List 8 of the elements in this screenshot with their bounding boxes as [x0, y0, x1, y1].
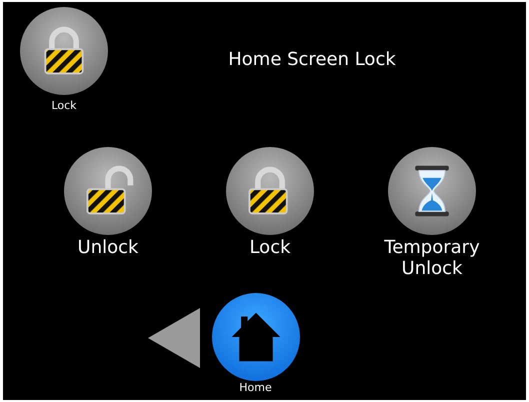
- lock-label: Lock: [248, 237, 292, 258]
- home-label: Home: [239, 381, 272, 394]
- left-arrow-icon: [148, 308, 200, 368]
- timer-label: Temporary Unlock: [383, 237, 481, 279]
- back-button[interactable]: [148, 308, 200, 368]
- unlock-label: Unlock: [76, 237, 140, 258]
- screen-title: Home Screen Lock: [227, 48, 397, 72]
- lock-label: Lock: [51, 99, 77, 112]
